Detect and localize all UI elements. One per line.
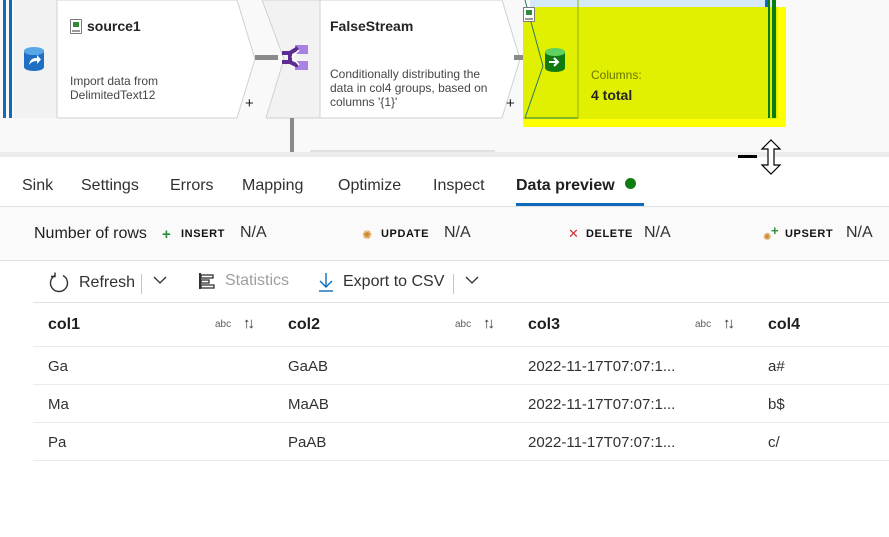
- preview-toolbar: Refresh Statistics Export to CSV: [33, 261, 889, 303]
- cell-col4: a#: [768, 358, 785, 375]
- tab-settings[interactable]: Settings: [81, 177, 139, 195]
- string-type-icon: abc: [695, 319, 712, 330]
- tab-optimize[interactable]: Optimize: [338, 177, 401, 195]
- resize-cursor-icon: [760, 139, 782, 175]
- refresh-icon: [49, 272, 69, 293]
- mouse-cursor-artifact: [738, 155, 757, 158]
- insert-icon: +: [162, 226, 171, 243]
- cell-col3: 2022-11-17T07:07:1...: [528, 358, 676, 375]
- sink-columns-value: 4 total: [591, 87, 633, 103]
- data-preview-grid: col1 abc ↑↓ col2 abc ↑↓ col3 abc ↑↓ col4…: [33, 303, 889, 461]
- source-dataset-icon: [24, 47, 44, 71]
- download-icon: [319, 273, 333, 292]
- tab-sink[interactable]: Sink: [22, 177, 53, 195]
- sort-icon[interactable]: ↑↓: [243, 315, 255, 332]
- grid-header-row: col1 abc ↑↓ col2 abc ↑↓ col3 abc ↑↓ col4: [33, 303, 889, 347]
- tab-inspect[interactable]: Inspect: [433, 177, 485, 195]
- add-transform-button[interactable]: +: [245, 95, 254, 112]
- delete-count: N/A: [644, 224, 671, 241]
- conditional-split-icon: [282, 45, 308, 70]
- table-row[interactable]: Ga GaAB 2022-11-17T07:07:1... a#: [33, 347, 889, 385]
- active-tab-indicator: [516, 203, 644, 206]
- refresh-label: Refresh: [79, 274, 136, 291]
- delete-label: DELETE: [586, 228, 633, 240]
- export-csv-button[interactable]: Export to CSV: [318, 272, 444, 292]
- cell-col1: Ma: [48, 396, 69, 413]
- cell-col1: Pa: [48, 434, 67, 451]
- csv-file-icon: [523, 7, 535, 22]
- node-icon-panel: [14, 0, 57, 118]
- split-node-description: Conditionally distributing the data in c…: [330, 67, 488, 109]
- branch-line: [290, 118, 294, 152]
- selection-bar: [768, 0, 770, 118]
- refresh-dropdown-chevron-icon[interactable]: [153, 276, 167, 285]
- sink-node[interactable]: sink1 Columns: 4 total: [523, 0, 786, 127]
- refresh-button[interactable]: Refresh: [48, 272, 135, 294]
- upsert-label: UPSERT: [785, 228, 834, 240]
- string-type-icon: abc: [215, 319, 232, 330]
- selection-bar: [9, 0, 12, 118]
- cell-col2: GaAB: [288, 358, 329, 375]
- table-row[interactable]: Pa PaAB 2022-11-17T07:07:1... c/: [33, 423, 889, 461]
- source-node-description: Import data from DelimitedText12: [70, 74, 159, 102]
- cell-col1: Ga: [48, 358, 69, 375]
- table-row[interactable]: Ma MaAB 2022-11-17T07:07:1... b$: [33, 385, 889, 423]
- delete-icon: ✕: [568, 226, 579, 241]
- number-of-rows-label: Number of rows: [34, 225, 147, 242]
- upsert-count: N/A: [846, 224, 873, 241]
- toolbar-divider: [141, 274, 142, 294]
- selection-bar: [3, 0, 6, 118]
- update-icon: ✺: [362, 228, 373, 242]
- tab-errors[interactable]: Errors: [170, 177, 214, 195]
- sort-icon[interactable]: ↑↓: [723, 315, 735, 332]
- toolbar-divider: [453, 274, 454, 294]
- cell-col4: b$: [768, 396, 785, 413]
- column-header-col2[interactable]: col2: [288, 316, 320, 334]
- string-type-icon: abc: [455, 319, 472, 330]
- statistics-label: Statistics: [225, 272, 290, 289]
- sort-icon[interactable]: ↑↓: [483, 315, 495, 332]
- tab-mapping[interactable]: Mapping: [242, 177, 303, 195]
- export-csv-label: Export to CSV: [343, 273, 445, 290]
- selection-bar: [772, 0, 776, 118]
- tab-bar: Sink Settings Errors Mapping Optimize In…: [0, 157, 889, 207]
- statistics-button[interactable]: Statistics: [198, 272, 289, 290]
- dataflow-canvas[interactable]: source1 Import data from DelimitedText12…: [0, 0, 889, 152]
- split-node-title: FalseStream: [330, 18, 414, 34]
- column-header-col3[interactable]: col3: [528, 316, 560, 334]
- column-header-col4[interactable]: col4: [768, 316, 800, 334]
- statistics-icon: [199, 273, 215, 289]
- conditional-split-node[interactable]: FalseStream Conditionally distributing t…: [262, 0, 532, 119]
- cell-col3: 2022-11-17T07:07:1...: [528, 434, 676, 451]
- cell-col2: PaAB: [288, 434, 327, 451]
- column-header-col1[interactable]: col1: [48, 316, 80, 334]
- cell-col4: c/: [768, 434, 780, 451]
- insert-count: N/A: [240, 224, 267, 241]
- row-counts-bar: Number of rows + INSERT N/A ✺ UPDATE N/A…: [0, 207, 889, 261]
- tab-data-preview[interactable]: Data preview: [516, 177, 636, 195]
- source-node-title: source1: [87, 18, 141, 34]
- add-transform-button[interactable]: +: [506, 95, 515, 112]
- update-count: N/A: [444, 224, 471, 241]
- success-status-icon: [624, 178, 636, 189]
- update-label: UPDATE: [381, 228, 430, 240]
- sink-columns-label: Columns:: [591, 68, 642, 82]
- export-dropdown-chevron-icon[interactable]: [465, 276, 479, 285]
- sink-dataset-icon: [545, 48, 565, 72]
- source-node[interactable]: source1 Import data from DelimitedText12: [0, 0, 260, 119]
- cell-col3: 2022-11-17T07:07:1...: [528, 396, 676, 413]
- tab-data-preview-label: Data preview: [516, 177, 615, 194]
- cell-col2: MaAB: [288, 396, 329, 413]
- insert-label: INSERT: [181, 228, 225, 240]
- csv-file-icon: [70, 18, 82, 34]
